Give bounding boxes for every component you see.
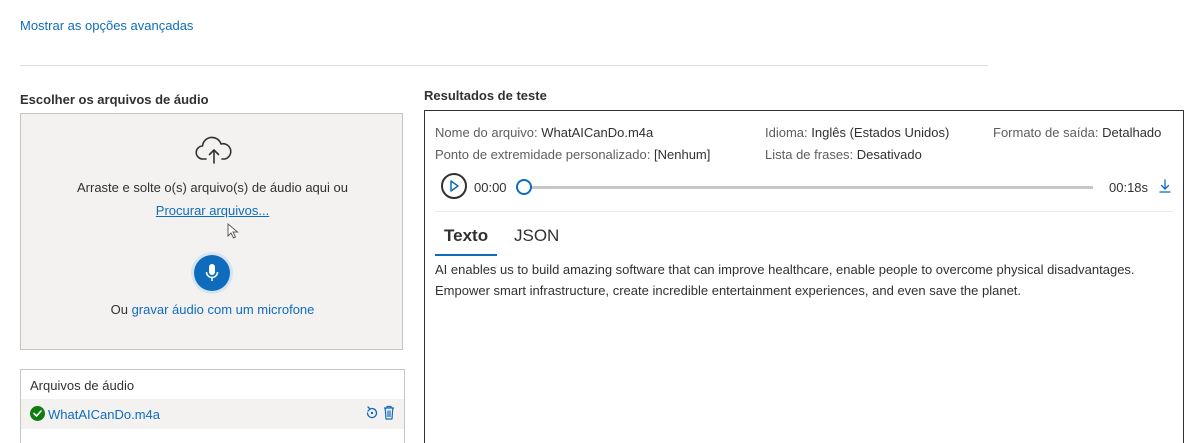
meta-output-format: Formato de saída: Detalhado	[993, 125, 1161, 140]
meta-endpoint-value: [Nenhum]	[654, 147, 711, 162]
record-microphone-link[interactable]: gravar áudio com um microfone	[132, 302, 315, 317]
file-row[interactable]: WhatAICanDo.m4a	[21, 399, 404, 429]
test-results-title: Resultados de teste	[424, 88, 547, 103]
meta-file-label: Nome do arquivo:	[435, 125, 538, 140]
meta-language-label: Idioma:	[765, 125, 808, 140]
file-name-link[interactable]: WhatAICanDo.m4a	[48, 407, 160, 422]
trash-icon[interactable]	[383, 405, 395, 420]
meta-phrases-value: Desativado	[856, 147, 922, 162]
success-check-icon	[30, 406, 45, 421]
meta-custom-endpoint: Ponto de extremidade personalizado: [Nen…	[435, 147, 710, 162]
record-prefix: Ou	[110, 302, 132, 317]
meta-language-value: Inglês (Estados Unidos)	[811, 125, 950, 140]
play-icon	[450, 180, 459, 192]
cloud-upload-icon	[195, 136, 232, 164]
meta-endpoint-label: Ponto de extremidade personalizado:	[435, 147, 651, 162]
tab-json[interactable]: JSON	[514, 226, 559, 246]
audio-files-panel: Arquivos de áudio WhatAICanDo.m4a	[20, 369, 405, 443]
meta-phrase-list: Lista de frases: Desativado	[765, 147, 922, 162]
mouse-cursor-icon	[227, 223, 239, 239]
current-time: 00:00	[474, 180, 507, 195]
show-advanced-options-link[interactable]: Mostrar as opções avançadas	[20, 18, 193, 33]
audio-files-title: Arquivos de áudio	[30, 378, 135, 393]
microphone-button[interactable]	[194, 255, 230, 291]
test-results-panel: Nome do arquivo: WhatAICanDo.m4a Idioma:…	[424, 110, 1184, 443]
divider	[20, 65, 988, 66]
drop-instructions: Arraste e solte o(s) arquivo(s) de áudio…	[77, 180, 348, 195]
tab-text[interactable]: Texto	[444, 226, 488, 246]
meta-phrases-label: Lista de frases:	[765, 147, 854, 162]
meta-file-value: WhatAICanDo.m4a	[541, 125, 654, 140]
play-button[interactable]	[441, 173, 467, 199]
selected-tab-indicator	[435, 254, 497, 256]
audio-progress-thumb[interactable]	[516, 179, 532, 195]
choose-audio-files-title: Escolher os arquivos de áudio	[20, 92, 209, 107]
transcription-text: AI enables us to build amazing software …	[435, 262, 1135, 298]
meta-format-value: Detalhado	[1102, 125, 1162, 140]
microphone-icon	[205, 264, 219, 281]
retry-icon[interactable]	[365, 406, 379, 420]
player-divider	[435, 211, 1173, 212]
download-icon[interactable]	[1159, 179, 1171, 193]
meta-file-name: Nome do arquivo: WhatAICanDo.m4a	[435, 125, 653, 140]
audio-dropzone[interactable]: Arraste e solte o(s) arquivo(s) de áudio…	[20, 113, 403, 350]
meta-format-label: Formato de saída:	[993, 125, 1099, 140]
audio-duration: 00:18s	[1109, 180, 1149, 195]
browse-files-link[interactable]: Procurar arquivos...	[156, 203, 269, 218]
record-microphone-text: Ou gravar áudio com um microfone	[21, 302, 404, 317]
meta-language: Idioma: Inglês (Estados Unidos)	[765, 125, 949, 140]
audio-progress-track[interactable]	[523, 186, 1093, 189]
